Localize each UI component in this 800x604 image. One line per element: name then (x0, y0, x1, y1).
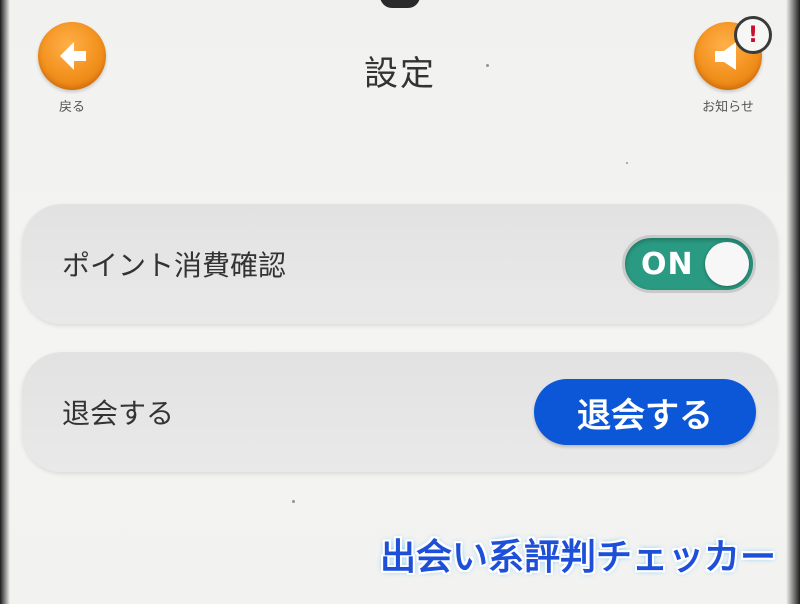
device-edge-right (786, 0, 800, 604)
page-title: 設定 (364, 54, 436, 94)
notice-label: お知らせ (702, 100, 754, 115)
withdraw-button[interactable]: 退会する (534, 379, 756, 445)
setting-row-withdraw: 退会する 退会する (22, 352, 778, 472)
toggle-state-text: ON (641, 246, 694, 282)
speck (292, 500, 295, 503)
point-confirm-label: ポイント消費確認 (62, 249, 287, 282)
notice-circle: ! (694, 16, 772, 90)
notice-button[interactable]: ! お知らせ (690, 16, 772, 115)
toggle-knob (705, 242, 749, 286)
back-label: 戻る (58, 100, 85, 115)
withdraw-label: 退会する (62, 397, 175, 430)
exclamation-icon: ! (734, 16, 772, 54)
point-confirm-toggle[interactable]: ON (622, 235, 756, 293)
camera-notch (380, 0, 420, 8)
speck (626, 162, 628, 164)
watermark-text: 出会い系評判チェッカー (379, 537, 776, 578)
speck (486, 64, 489, 67)
setting-row-point-confirm: ポイント消費確認 ON (22, 204, 778, 324)
settings-screen: 戻る 設定 ! お知らせ ポイント消費確認 ON 退会する 退会する 出会い系評… (0, 0, 800, 604)
device-edge-left (0, 0, 10, 604)
